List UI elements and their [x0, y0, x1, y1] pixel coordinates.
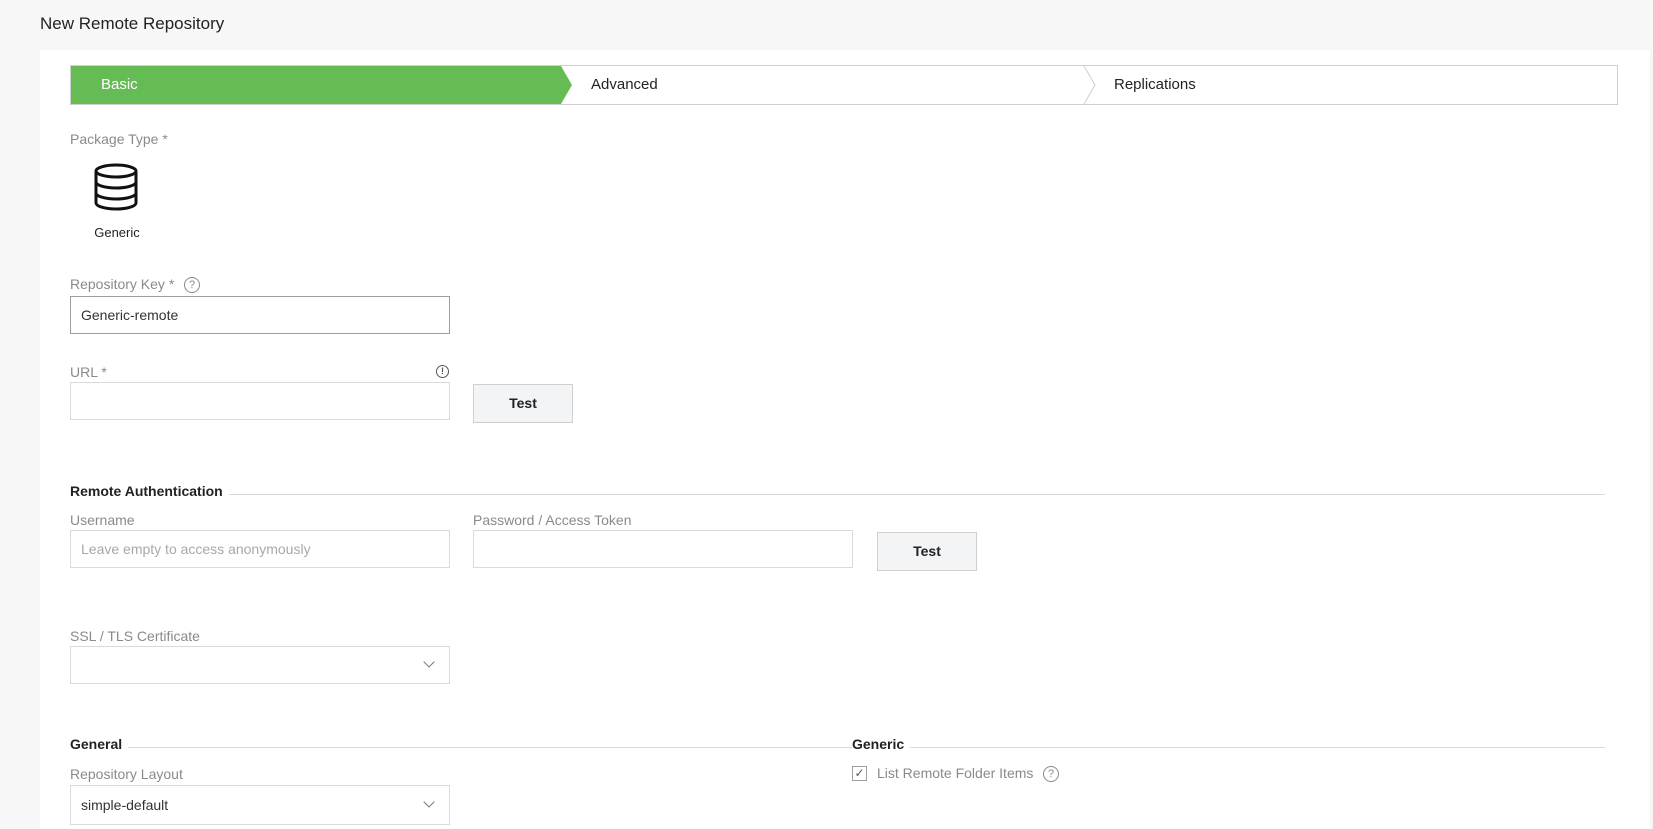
url-label: URL *	[70, 364, 107, 380]
repo-layout-select[interactable]: simple-default	[70, 785, 450, 825]
repo-key-input[interactable]: Generic-remote	[70, 296, 450, 334]
url-input[interactable]	[70, 382, 450, 420]
step-replications[interactable]: Replications	[1114, 66, 1196, 104]
form-panel: Basic Advanced Replications Package Type…	[40, 50, 1650, 829]
password-input[interactable]	[473, 530, 853, 568]
step-separator	[1083, 66, 1096, 104]
chevron-down-icon	[423, 656, 435, 668]
step-advanced[interactable]: Advanced	[591, 66, 658, 104]
package-type-generic[interactable]: Generic	[70, 163, 164, 253]
info-icon[interactable]: !	[436, 365, 449, 378]
list-remote-checkbox[interactable]: ✓	[852, 766, 867, 781]
password-label: Password / Access Token	[473, 512, 632, 528]
general-title: General	[70, 736, 129, 752]
chevron-down-icon	[423, 796, 435, 808]
auth-test-button[interactable]: Test	[877, 532, 977, 571]
database-icon	[94, 163, 138, 211]
username-label: Username	[70, 512, 135, 528]
list-remote-label[interactable]: List Remote Folder Items	[877, 765, 1033, 781]
page-title: New Remote Repository	[40, 14, 225, 33]
help-icon[interactable]: ?	[1043, 766, 1059, 782]
generic-title: Generic	[852, 736, 911, 752]
remote-auth-divider	[70, 494, 1605, 495]
step-basic-arrow	[561, 66, 572, 104]
generic-divider	[852, 747, 1605, 748]
ssl-label: SSL / TLS Certificate	[70, 628, 200, 644]
help-icon[interactable]: ?	[184, 277, 200, 293]
url-test-button[interactable]: Test	[473, 384, 573, 423]
package-type-label: Package Type *	[70, 131, 168, 147]
ssl-select[interactable]	[70, 646, 450, 684]
repo-layout-value: simple-default	[81, 797, 169, 813]
repo-layout-label: Repository Layout	[70, 766, 183, 782]
repo-key-label: Repository Key *	[70, 276, 175, 292]
wizard-steps: Basic Advanced Replications	[70, 65, 1618, 105]
username-placeholder: Leave empty to access anonymously	[81, 541, 311, 557]
package-type-name: Generic	[94, 225, 140, 240]
general-divider	[70, 747, 863, 748]
username-input[interactable]: Leave empty to access anonymously	[70, 530, 450, 568]
remote-auth-title: Remote Authentication	[70, 483, 229, 499]
step-basic[interactable]: Basic	[71, 66, 561, 104]
